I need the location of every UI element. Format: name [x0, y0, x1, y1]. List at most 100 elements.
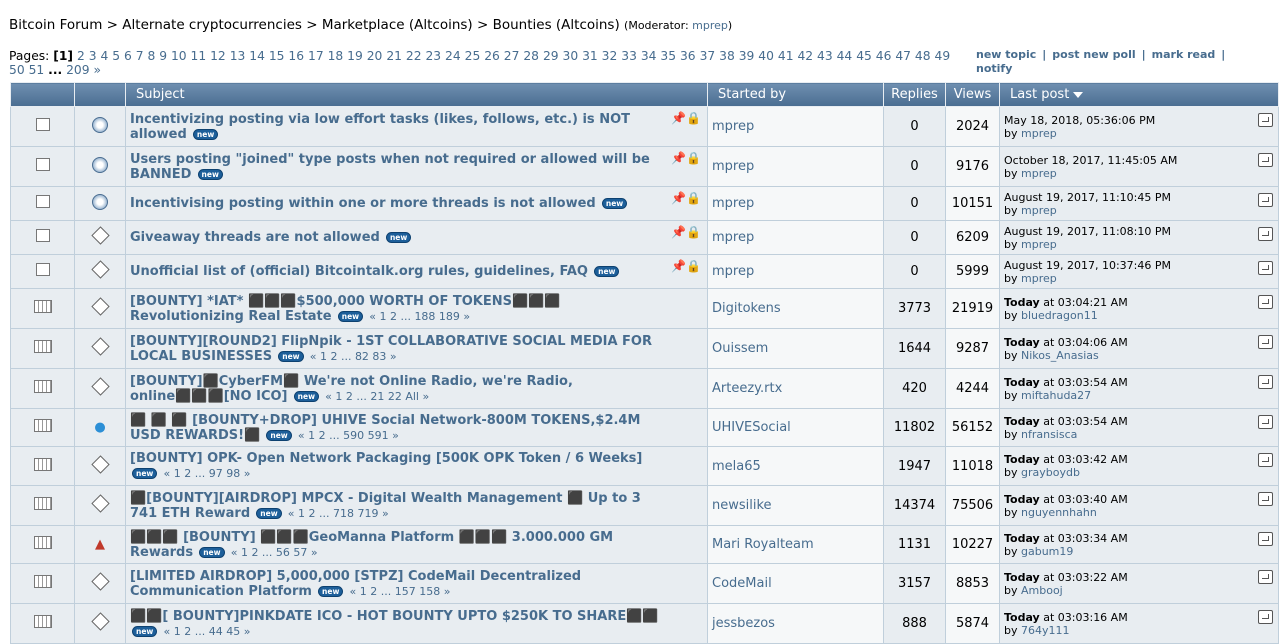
- topic-pages[interactable]: « 1 2 ... 82 83 »: [310, 350, 397, 363]
- topic-title-link[interactable]: [BOUNTY] OPK- Open Network Packaging [50…: [130, 451, 642, 466]
- last-post-icon[interactable]: [1258, 335, 1273, 349]
- page-link[interactable]: 9: [159, 49, 167, 63]
- page-link[interactable]: 44: [837, 49, 853, 63]
- header-replies[interactable]: Replies: [883, 82, 946, 107]
- page-link[interactable]: 26: [484, 49, 500, 63]
- header-last-post[interactable]: Last post: [999, 82, 1279, 107]
- topic-title-link[interactable]: Giveaway threads are not allowed: [130, 230, 380, 245]
- last-post-user[interactable]: grayboydb: [1021, 466, 1080, 479]
- new-topic-button[interactable]: new topic: [976, 48, 1036, 61]
- page-link[interactable]: 2: [77, 49, 85, 63]
- page-link[interactable]: 34: [641, 49, 657, 63]
- new-badge[interactable]: new: [197, 168, 223, 180]
- starter-link[interactable]: Digitokens: [712, 301, 781, 316]
- last-post-icon[interactable]: [1258, 261, 1273, 275]
- page-link[interactable]: 16: [288, 49, 304, 63]
- page-link[interactable]: 45: [856, 49, 872, 63]
- topic-title-link[interactable]: Unofficial list of (official) Bitcointal…: [130, 264, 588, 279]
- topic-pages[interactable]: « 1 2 ... 157 158 »: [350, 585, 451, 598]
- mark-read-button[interactable]: mark read: [1152, 48, 1216, 61]
- new-badge[interactable]: new: [318, 585, 344, 597]
- starter-link[interactable]: mela65: [712, 459, 761, 474]
- last-post-icon[interactable]: [1258, 153, 1273, 167]
- last-post-icon[interactable]: [1258, 610, 1273, 624]
- header-views[interactable]: Views: [945, 82, 1000, 107]
- page-link[interactable]: 38: [719, 49, 735, 63]
- page-link[interactable]: 22: [406, 49, 422, 63]
- page-next[interactable]: »: [94, 63, 102, 77]
- new-badge[interactable]: new: [293, 390, 319, 402]
- new-badge[interactable]: new: [385, 232, 412, 243]
- last-post-icon[interactable]: [1258, 113, 1273, 127]
- last-post-user[interactable]: mprep: [1021, 127, 1057, 140]
- topic-title-link[interactable]: ⬛⬛[ BOUNTY]PINKDATE ICO - HOT BOUNTY UPT…: [130, 609, 659, 624]
- topic-pages[interactable]: « 1 2 ... 97 98 »: [164, 467, 251, 480]
- page-link[interactable]: 36: [680, 49, 696, 63]
- page-link[interactable]: 15: [269, 49, 285, 63]
- page-link[interactable]: 43: [817, 49, 833, 63]
- page-link[interactable]: 10: [171, 49, 187, 63]
- page-link[interactable]: 7: [136, 49, 144, 63]
- page-link[interactable]: 46: [876, 49, 892, 63]
- last-post-icon[interactable]: [1258, 295, 1273, 309]
- starter-link[interactable]: jessbezos: [712, 616, 775, 631]
- starter-link[interactable]: mprep: [712, 230, 754, 245]
- header-started-by[interactable]: Started by: [707, 82, 884, 107]
- page-link[interactable]: 14: [249, 49, 265, 63]
- page-link[interactable]: 29: [543, 49, 559, 63]
- last-post-icon[interactable]: [1258, 532, 1273, 546]
- last-post-icon[interactable]: [1258, 193, 1273, 207]
- last-post-user[interactable]: bluedragon11: [1021, 309, 1098, 322]
- last-post-icon[interactable]: [1258, 375, 1273, 389]
- page-link[interactable]: 51: [29, 63, 45, 77]
- topic-title-link[interactable]: Incentivising posting within one or more…: [130, 196, 596, 211]
- notify-button[interactable]: notify: [976, 62, 1012, 75]
- page-link[interactable]: 6: [124, 49, 132, 63]
- last-post-user[interactable]: mprep: [1021, 167, 1057, 180]
- page-link[interactable]: 39: [739, 49, 755, 63]
- last-post-user[interactable]: 764y111: [1021, 624, 1070, 637]
- last-post-icon[interactable]: [1258, 570, 1273, 584]
- new-badge[interactable]: new: [601, 198, 628, 209]
- last-post-user[interactable]: nfransisca: [1021, 428, 1077, 441]
- starter-link[interactable]: UHIVESocial: [712, 420, 791, 435]
- page-link[interactable]: 11: [191, 49, 207, 63]
- starter-link[interactable]: mprep: [712, 196, 754, 211]
- new-badge[interactable]: new: [199, 546, 225, 558]
- page-link[interactable]: 25: [465, 49, 481, 63]
- topic-pages[interactable]: « 1 2 ... 188 189 »: [369, 310, 470, 323]
- breadcrumb-alt-crypto[interactable]: Alternate cryptocurrencies: [122, 17, 302, 33]
- page-link[interactable]: 31: [582, 49, 598, 63]
- new-badge[interactable]: new: [266, 429, 292, 441]
- page-link[interactable]: 17: [308, 49, 324, 63]
- page-link[interactable]: 41: [778, 49, 794, 63]
- starter-link[interactable]: mprep: [712, 159, 754, 174]
- page-link[interactable]: 4: [100, 49, 108, 63]
- last-post-icon[interactable]: [1258, 415, 1273, 429]
- page-link[interactable]: 40: [758, 49, 774, 63]
- topic-pages[interactable]: « 1 2 ... 590 591 »: [298, 429, 399, 442]
- page-link[interactable]: 18: [328, 49, 344, 63]
- page-link[interactable]: 48: [915, 49, 931, 63]
- page-link[interactable]: 35: [660, 49, 676, 63]
- page-link[interactable]: 21: [386, 49, 402, 63]
- new-badge[interactable]: new: [594, 266, 620, 277]
- topic-pages[interactable]: « 1 2 ... 21 22 All »: [325, 390, 429, 403]
- new-badge[interactable]: new: [337, 310, 364, 322]
- page-link-last[interactable]: 209: [66, 63, 89, 77]
- page-link[interactable]: 3: [89, 49, 97, 63]
- topic-pages[interactable]: « 1 2 ... 718 719 »: [288, 507, 389, 520]
- page-link[interactable]: 42: [797, 49, 813, 63]
- last-post-user[interactable]: miftahuda27: [1021, 389, 1091, 402]
- new-poll-button[interactable]: post new poll: [1052, 48, 1135, 61]
- page-link[interactable]: 19: [347, 49, 363, 63]
- page-link[interactable]: 8: [147, 49, 155, 63]
- starter-link[interactable]: mprep: [712, 119, 754, 134]
- last-post-icon[interactable]: [1258, 453, 1273, 467]
- last-post-user[interactable]: mprep: [1021, 204, 1057, 217]
- new-badge[interactable]: new: [256, 507, 282, 519]
- page-link[interactable]: 50: [9, 63, 25, 77]
- last-post-user[interactable]: gabum19: [1021, 545, 1073, 558]
- page-link[interactable]: 30: [563, 49, 579, 63]
- last-post-icon[interactable]: [1258, 227, 1273, 241]
